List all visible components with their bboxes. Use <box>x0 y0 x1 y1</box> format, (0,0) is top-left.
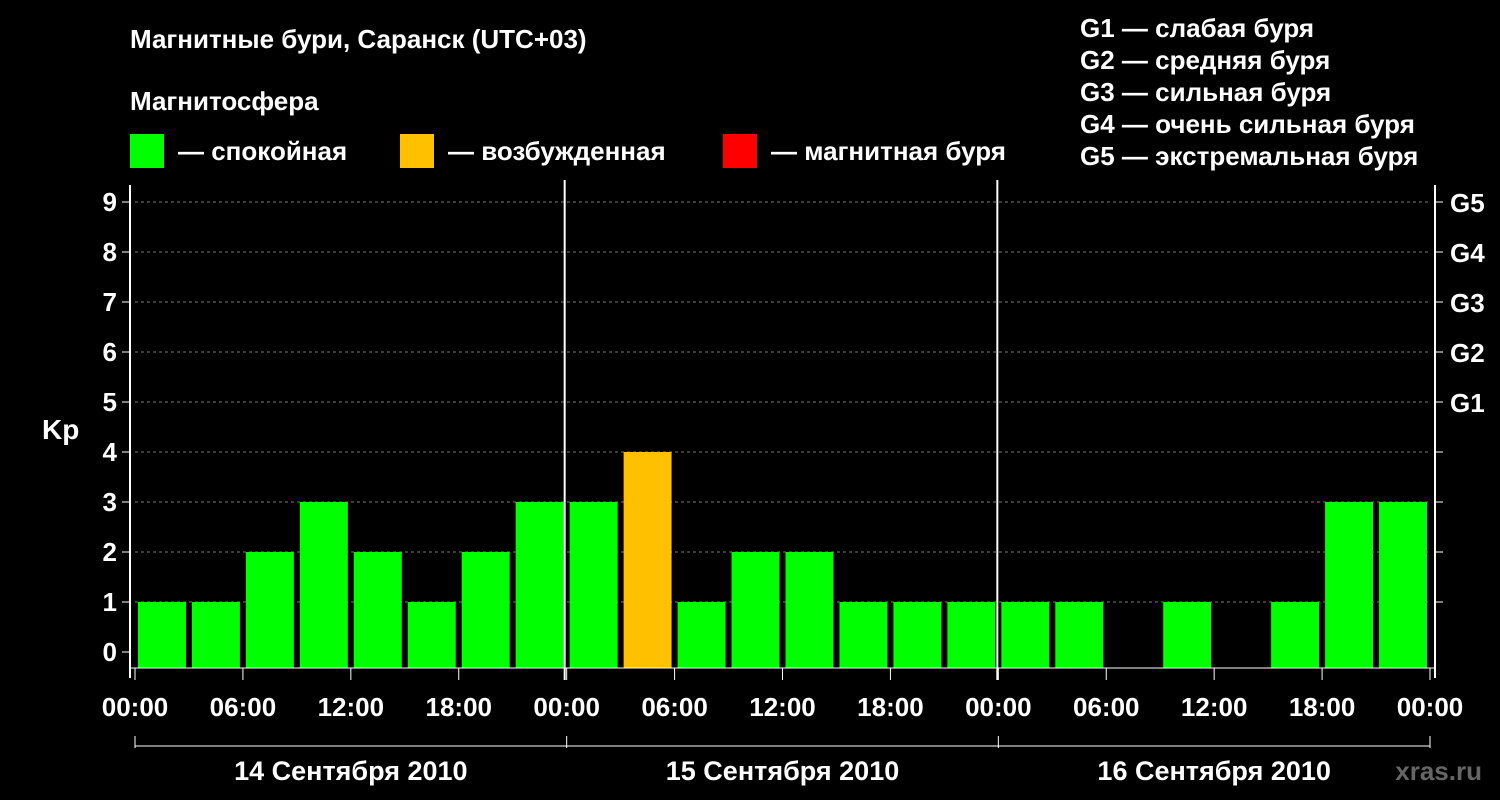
watermark: xras.ru <box>1395 756 1482 786</box>
x-tick-label: 18:00 <box>426 692 493 722</box>
x-tick-label: 06:00 <box>210 692 277 722</box>
kp-bar <box>677 602 726 668</box>
kp-bar <box>731 552 780 668</box>
x-tick-label: 12:00 <box>318 692 385 722</box>
x-tick-label: 06:00 <box>1073 692 1140 722</box>
y-tick-label: 4 <box>103 437 118 467</box>
g-scale-label: G1 <box>1450 388 1485 418</box>
kp-bar <box>138 602 186 668</box>
kp-bar-chart: 0 1 2 3 4 5 6 7 8 9 G1 G2 G3 G4 G5 00:00 06:00 12:00 18:00… <box>102 180 1485 786</box>
day-label: 16 Сентября 2010 <box>1097 756 1330 786</box>
x-tick-label: 00:00 <box>1397 692 1464 722</box>
kp-bar <box>245 552 294 668</box>
kp-bar <box>461 552 510 668</box>
kp-bar <box>407 602 456 668</box>
y-tick-label: 5 <box>103 387 117 417</box>
x-tick-label: 06:00 <box>641 692 708 722</box>
y-tick-label: 7 <box>103 287 117 317</box>
g-scale-label: G2 <box>1450 338 1485 368</box>
y-tick-label: 3 <box>103 487 117 517</box>
kp-bar <box>569 502 618 668</box>
kp-bar <box>191 602 240 668</box>
day-label: 15 Сентября 2010 <box>666 756 899 786</box>
y-tick-label: 6 <box>103 337 117 367</box>
kp-bar <box>1163 602 1212 668</box>
y-tick-label: 0 <box>103 637 117 667</box>
kp-bar <box>353 552 402 668</box>
kp-bar <box>1271 602 1320 668</box>
kp-bar <box>785 552 834 668</box>
kp-bar <box>1379 502 1427 668</box>
x-tick-label: 12:00 <box>1181 692 1248 722</box>
kp-bar <box>1055 602 1104 668</box>
x-tick-label: 00:00 <box>102 692 169 722</box>
x-tick-label: 00:00 <box>533 692 600 722</box>
day-label: 14 Сентября 2010 <box>234 756 467 786</box>
x-tick-label: 18:00 <box>1289 692 1356 722</box>
kp-bar <box>515 502 564 668</box>
y-tick-label: 8 <box>103 237 117 267</box>
kp-bar <box>623 452 672 668</box>
y-tick-label: 1 <box>103 587 117 617</box>
x-tick-label: 18:00 <box>857 692 924 722</box>
kp-bar <box>1001 602 1050 668</box>
g-scale-label: G4 <box>1450 238 1485 268</box>
kp-bar <box>839 602 888 668</box>
kp-bar <box>299 502 348 668</box>
g-scale-label: G3 <box>1450 288 1485 318</box>
y-tick-label: 9 <box>103 187 117 217</box>
kp-bar <box>893 602 942 668</box>
y-tick-label: 2 <box>103 537 117 567</box>
x-tick-label: 12:00 <box>749 692 816 722</box>
g-scale-label: G5 <box>1450 188 1485 218</box>
kp-bar <box>1325 502 1374 668</box>
x-tick-label: 00:00 <box>965 692 1032 722</box>
kp-bar <box>947 602 996 668</box>
